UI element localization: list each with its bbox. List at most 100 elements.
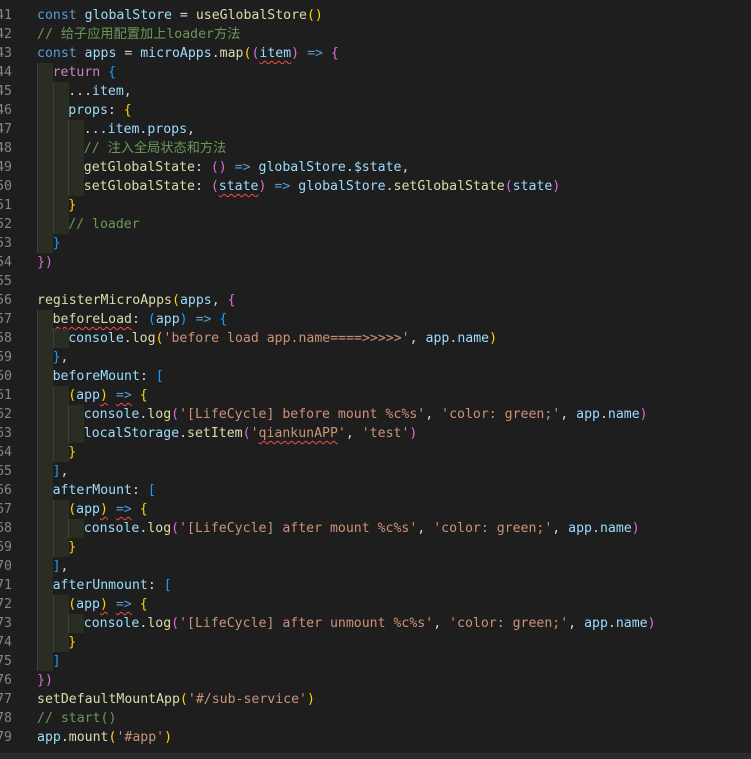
- code-token: [: [163, 578, 172, 593]
- code-token: ): [164, 730, 173, 745]
- code-token: 'color: green;': [441, 407, 561, 422]
- indent-guide: [37, 63, 53, 82]
- code-line[interactable]: 72 (app) => {: [0, 595, 751, 614]
- line-number-text: 65: [0, 464, 12, 479]
- line-number: 58: [0, 329, 12, 348]
- code-line[interactable]: 48 // 注入全局状态和方法: [0, 139, 751, 158]
- code-text: }: [53, 234, 61, 253]
- code-editor[interactable]: 41 const globalStore = useGlobalStore() 42…: [0, 0, 751, 759]
- code-line[interactable]: 74}: [0, 633, 751, 652]
- code-line[interactable]: 60 beforeMount: [: [0, 367, 751, 386]
- code-token: log: [131, 331, 156, 346]
- code-token: afterMount: [52, 483, 132, 498]
- code-line[interactable]: 53}: [0, 234, 751, 253]
- code-token: ): [631, 521, 640, 536]
- indent-guide: [52, 329, 69, 348]
- code-line[interactable]: 62 console. log('[LifeCycle] before mount …: [0, 405, 751, 424]
- indent-guide: [37, 120, 53, 139]
- code-token: const: [37, 46, 85, 61]
- code-token: {: [219, 312, 228, 327]
- code-line[interactable]: 67 (app) => {: [0, 500, 751, 519]
- code-token: globalStore: [84, 8, 172, 23]
- line-number: 46: [0, 101, 12, 120]
- code-line[interactable]: 45 ...item,: [0, 82, 751, 101]
- code-line[interactable]: 59},: [0, 348, 751, 367]
- code-token: :: [194, 179, 211, 194]
- indent-guide: [37, 329, 53, 348]
- code-line[interactable]: 70],: [0, 557, 751, 576]
- code-line[interactable]: 58 console.log('before load app.name====>…: [0, 329, 751, 348]
- code-token: ,: [560, 407, 577, 422]
- code-token: }): [37, 673, 53, 688]
- code-token: ,: [345, 426, 362, 441]
- code-line[interactable]: 68 console. log('[LifeCycle] after mount %…: [0, 519, 751, 538]
- code-line[interactable]: 65],: [0, 462, 751, 481]
- code-token: '#app': [116, 730, 165, 745]
- code-line[interactable]: 42 // 给子应用配置加上loader方法: [0, 25, 751, 44]
- code-line[interactable]: 51}: [0, 196, 751, 215]
- code-line[interactable]: 49 getGlobalState: () => globalStore.$sta…: [0, 158, 751, 177]
- line-number: 56: [0, 291, 12, 310]
- indent-guide: [37, 424, 53, 443]
- code-token: log: [147, 407, 172, 422]
- code-token: (: [68, 388, 77, 403]
- code-line[interactable]: 55: [0, 272, 751, 291]
- code-line[interactable]: 79 app.mount('#app'): [0, 728, 751, 747]
- line-number: 53: [0, 234, 12, 253]
- code-token: '[LifeCycle] after unmount %c%s': [179, 616, 434, 631]
- line-number-text: 73: [0, 616, 12, 631]
- code-token: // start(): [37, 711, 117, 726]
- indent-guide: [37, 462, 53, 481]
- code-text: console. log('[LifeCycle] after unmount %…: [84, 614, 656, 633]
- line-number-text: 58: [0, 331, 12, 346]
- code-line[interactable]: 66 afterMount: [: [0, 481, 751, 500]
- code-line[interactable]: 46 props: {: [0, 101, 751, 120]
- code-line[interactable]: 43 const apps = microApps.map((item) => {: [0, 44, 751, 63]
- code-token: ,: [60, 559, 69, 574]
- code-token: (): [306, 8, 323, 23]
- code-line[interactable]: 54}): [0, 253, 751, 272]
- code-text: console.log('before load app.name====>>>…: [68, 329, 497, 348]
- code-line[interactable]: 76}): [0, 671, 751, 690]
- line-number-text: 69: [0, 540, 12, 555]
- line-number-text: 63: [0, 426, 12, 441]
- line-number: 48: [0, 139, 12, 158]
- code-token: (: [147, 312, 156, 327]
- code-line[interactable]: 77 setDefaultMountApp('#/sub-service'): [0, 690, 751, 709]
- code-line[interactable]: 64}: [0, 443, 751, 462]
- line-number-text: 49: [0, 160, 12, 175]
- line-number-text: 59: [0, 350, 12, 365]
- code-line[interactable]: 73 console. log('[LifeCycle] after unmount…: [0, 614, 751, 633]
- code-line[interactable]: 75]: [0, 652, 751, 671]
- code-line[interactable]: 57 beforeLoad: (app) => {: [0, 310, 751, 329]
- code-text: localStorage.setItem('qiankunAPP', 'test…: [84, 424, 418, 443]
- code-line[interactable]: 56 registerMicroApps(apps, {: [0, 291, 751, 310]
- code-line[interactable]: 71 afterUnmount: [: [0, 576, 751, 595]
- code-token: =>: [274, 179, 291, 194]
- code-line[interactable]: 44 return {: [0, 63, 751, 82]
- code-token: app: [37, 730, 61, 745]
- code-text: ...item,: [68, 82, 132, 101]
- line-number: 79: [0, 728, 12, 747]
- indent-guide: [37, 500, 53, 519]
- code-token: 'color: green;': [449, 616, 569, 631]
- horizontal-scrollbar[interactable]: [0, 753, 751, 759]
- code-line[interactable]: 78 // start(): [0, 709, 751, 728]
- code-token: :: [139, 369, 156, 384]
- code-line[interactable]: 41 const globalStore = useGlobalStore(): [0, 6, 751, 25]
- code-line[interactable]: 63 localStorage.setItem('qiankunAPP', 'te…: [0, 424, 751, 443]
- code-line[interactable]: 52 // loader: [0, 215, 751, 234]
- line-number: 41: [0, 6, 12, 25]
- code-line[interactable]: 50 setGlobalState: (state) => globalStore…: [0, 177, 751, 196]
- code-line[interactable]: 69}: [0, 538, 751, 557]
- code-token: state: [512, 179, 553, 194]
- indent-guide: [52, 443, 69, 462]
- code-line[interactable]: 61 (app) => {: [0, 386, 751, 405]
- code-token: setDefaultMountApp: [37, 692, 180, 707]
- code-token: .: [179, 426, 188, 441]
- line-number-text: 70: [0, 559, 12, 574]
- line-number-text: 66: [0, 483, 12, 498]
- code-line[interactable]: 47 ...item.props,: [0, 120, 751, 139]
